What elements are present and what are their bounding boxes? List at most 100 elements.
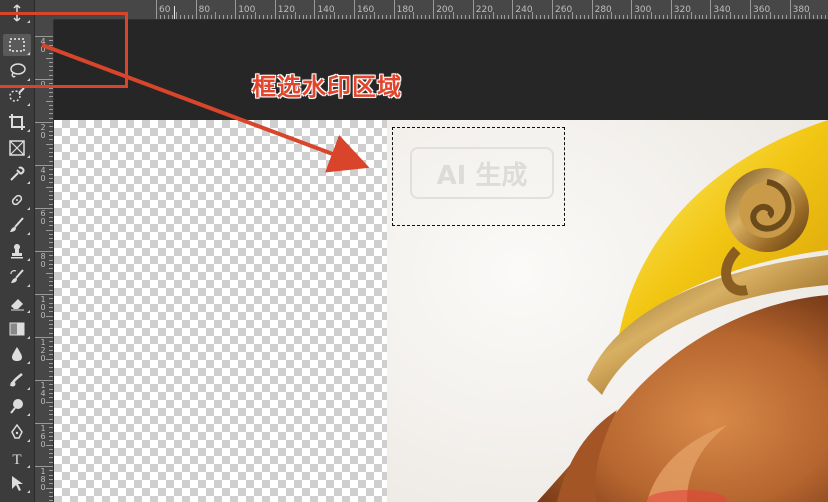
ruler-minor-tick (49, 388, 53, 390)
tool-flyout-indicator (27, 464, 30, 468)
ruler-minor-tick (49, 126, 53, 128)
ruler-minor-tick (49, 384, 53, 386)
ruler-minor-tick (532, 12, 534, 19)
ruler-minor-tick (49, 276, 53, 278)
ruler-minor-tick (49, 375, 53, 377)
ruler-minor-tick (429, 15, 431, 19)
pen-tool[interactable] (3, 421, 31, 443)
ruler-minor-tick (730, 12, 732, 19)
ruler-minor-tick (350, 15, 352, 19)
blur-tool[interactable] (3, 343, 31, 365)
ruler-label: 380 (792, 5, 810, 15)
transparent-area[interactable] (54, 120, 387, 502)
ruler-minor-tick (445, 15, 447, 19)
history-brush-tool[interactable] (3, 266, 31, 288)
ruler-label: 60 (159, 5, 171, 15)
ruler-minor-tick (215, 12, 217, 19)
ruler-minor-tick (49, 470, 53, 472)
ruler-minor-tick (563, 15, 565, 19)
pen-icon (8, 423, 26, 441)
instruction-annotation: 框选水印区域 (252, 73, 402, 101)
ruler-minor-tick (251, 15, 253, 19)
ruler-minor-tick (49, 418, 53, 420)
frame-tool[interactable] (3, 137, 31, 159)
ruler-minor-tick (492, 12, 494, 19)
ruler-minor-tick (255, 12, 256, 19)
horizontal-ruler[interactable]: 60 80 100 120 140 160 180 200 220 240 260 280 300 320… (54, 0, 828, 20)
smudge-icon (8, 371, 26, 389)
ruler-minor-tick (488, 15, 490, 19)
ruler-minor-tick (49, 130, 53, 132)
eyedropper-tool[interactable] (3, 163, 31, 185)
dodge-tool[interactable] (3, 395, 31, 417)
ruler-minor-tick (528, 15, 530, 19)
path-selection-tool[interactable] (3, 472, 31, 494)
ruler-minor-tick (49, 134, 53, 136)
ruler-minor-tick (678, 15, 680, 19)
tool-highlight-box (0, 12, 128, 88)
ruler-minor-tick (258, 15, 260, 19)
healing-brush-tool[interactable] (3, 189, 31, 211)
ruler-minor-tick (666, 15, 668, 19)
gradient-tool[interactable] (3, 318, 31, 340)
ruler-minor-tick (520, 15, 522, 19)
ruler-minor-tick (49, 220, 53, 222)
ruler-minor-tick (357, 15, 359, 19)
vertical-ruler[interactable]: 4 002 04 06 08 01 0 01 2 01 4 01 6 01 8 … (35, 20, 54, 502)
ruler-minor-tick (49, 104, 53, 106)
eyedropper-icon (8, 165, 26, 183)
ruler-minor-tick (203, 15, 205, 19)
ruler-minor-tick (49, 349, 53, 351)
ruler-label: 6 0 (40, 209, 46, 226)
brush-tool[interactable] (3, 214, 31, 236)
ruler-minor-tick (49, 332, 53, 334)
tool-flyout-indicator (27, 180, 30, 184)
arrow-icon (8, 474, 26, 492)
ruler-major-tick (710, 0, 712, 19)
ruler-minor-tick (425, 15, 427, 19)
ruler-minor-tick (567, 15, 569, 19)
ruler-minor-tick (575, 15, 577, 19)
drop-icon (8, 345, 26, 363)
smudge-tool[interactable] (3, 369, 31, 391)
ruler-minor-tick (385, 15, 387, 19)
ruler-minor-tick (191, 15, 193, 19)
ruler-minor-tick (496, 15, 498, 19)
ruler-minor-tick (651, 12, 652, 19)
clone-stamp-tool[interactable] (3, 240, 31, 262)
ruler-minor-tick (46, 229, 53, 231)
ruler-minor-tick (49, 311, 53, 313)
crop-icon (8, 113, 26, 131)
ruler-minor-tick (49, 263, 53, 265)
ruler-minor-tick (734, 15, 736, 19)
crop-tool[interactable] (3, 111, 31, 133)
ruler-minor-tick (381, 15, 383, 19)
ruler-minor-tick (49, 195, 53, 197)
ruler-minor-tick (262, 15, 264, 19)
ruler-minor-tick (49, 216, 53, 218)
tool-flyout-indicator (27, 438, 30, 442)
ruler-minor-tick (373, 12, 375, 19)
ruler-minor-tick (334, 12, 336, 19)
marquee-selection[interactable] (392, 127, 565, 226)
ruler-minor-tick (611, 12, 613, 19)
type-tool[interactable]: T (3, 447, 31, 469)
ruler-minor-tick (49, 453, 53, 455)
tool-flyout-indicator (27, 258, 30, 262)
ruler-minor-tick (769, 12, 771, 19)
bandage-icon (8, 191, 26, 209)
ruler-minor-tick (46, 272, 53, 274)
ruler-minor-tick (49, 306, 53, 308)
ruler-minor-tick (207, 15, 209, 19)
ruler-minor-tick (49, 156, 53, 158)
ruler-major-tick (789, 0, 791, 19)
ruler-cursor-marker (174, 6, 175, 19)
ruler-minor-tick (658, 15, 660, 19)
ruler-minor-tick (662, 15, 664, 19)
ruler-minor-tick (464, 15, 466, 19)
ruler-minor-tick (49, 259, 53, 261)
tool-flyout-indicator (27, 413, 30, 416)
eraser-tool[interactable] (3, 292, 31, 314)
quick-selection-tool[interactable] (3, 85, 31, 107)
ruler-minor-tick (571, 12, 573, 19)
